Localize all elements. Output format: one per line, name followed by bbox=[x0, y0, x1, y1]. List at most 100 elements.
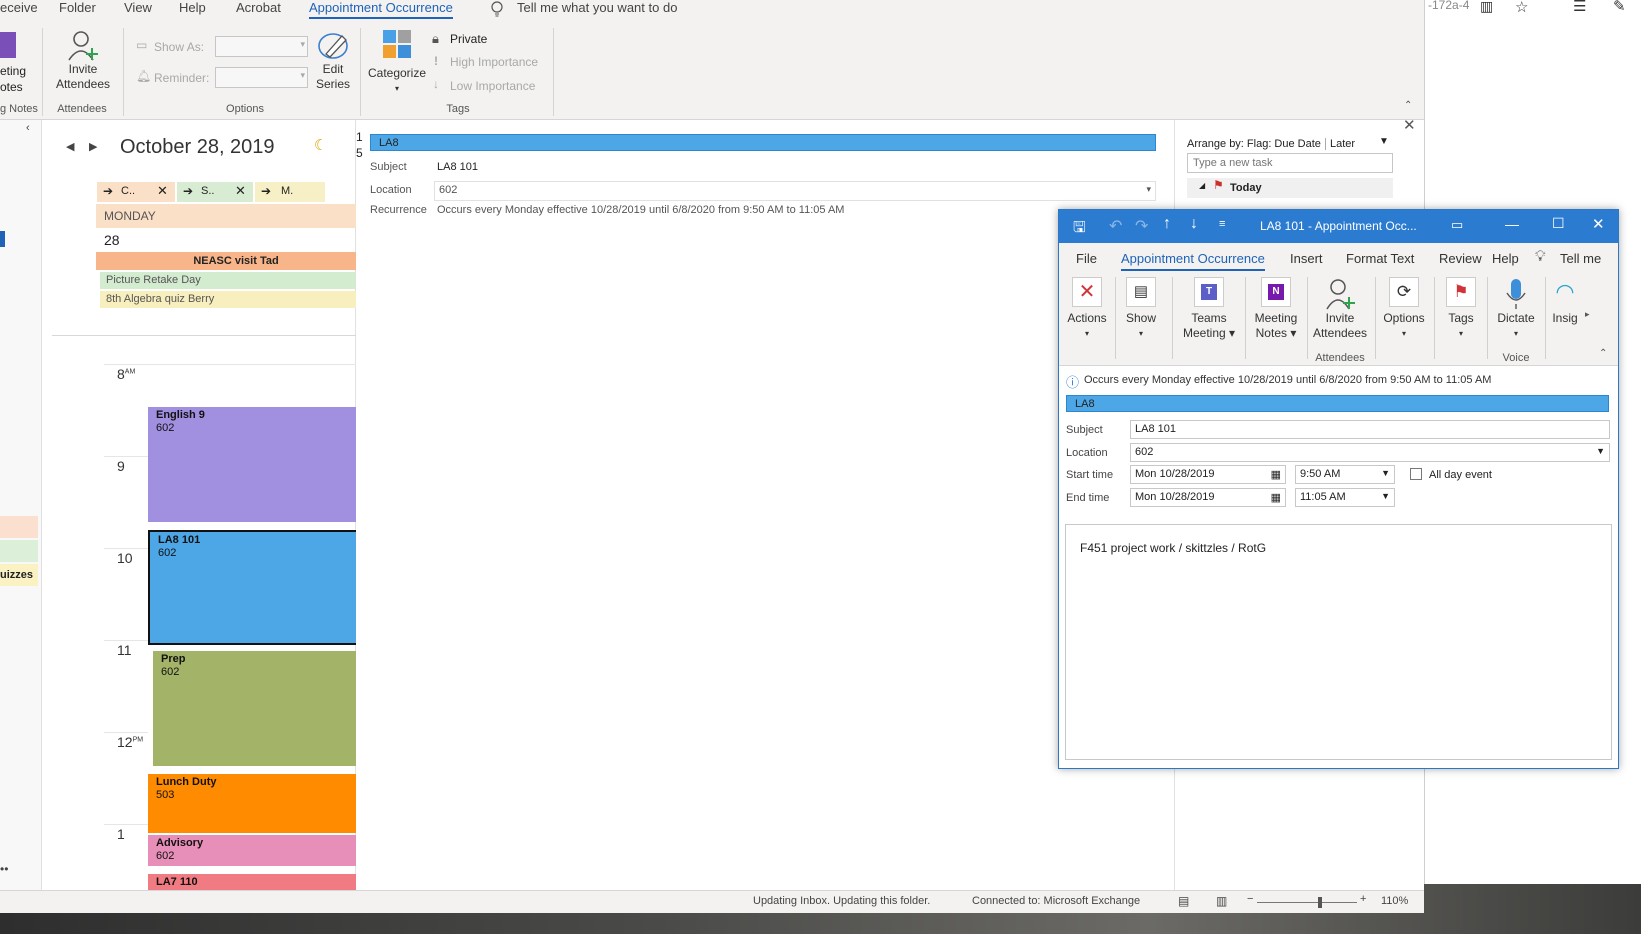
all-day-checkbox[interactable] bbox=[1410, 468, 1422, 480]
show-as-dropdown[interactable]: ▾ bbox=[215, 36, 308, 57]
menu-acrobat[interactable]: Acrobat bbox=[236, 0, 281, 15]
end-date-input[interactable]: Mon 10/28/2019 ▦ bbox=[1130, 488, 1286, 507]
tab-format-text[interactable]: Format Text bbox=[1346, 251, 1414, 266]
meeting-notes-label-1[interactable]: eting bbox=[0, 64, 26, 78]
customize-qat-icon[interactable]: ≡ bbox=[1219, 218, 1225, 230]
zoom-slider[interactable] bbox=[1257, 902, 1357, 903]
more-icon[interactable]: •• bbox=[0, 862, 8, 876]
redo-icon[interactable]: ↷ bbox=[1135, 216, 1148, 236]
pen-icon[interactable]: ✎ bbox=[1613, 0, 1626, 15]
menu-view[interactable]: View bbox=[124, 0, 152, 15]
tab-appointment-occurrence[interactable]: Appointment Occurrence bbox=[309, 0, 453, 19]
today-group-header[interactable]: ◢ ⚑ Today bbox=[1187, 178, 1393, 198]
subject-value[interactable]: LA8 101 bbox=[437, 161, 478, 173]
notes-body[interactable]: F451 project work / skittzles / RotG bbox=[1065, 524, 1612, 760]
location-field[interactable]: 602 ▾ bbox=[434, 181, 1156, 201]
collapse-ribbon-icon[interactable]: ⌃ bbox=[1404, 100, 1412, 111]
meeting-notes-button[interactable]: N Meeting Notes ▾ bbox=[1247, 277, 1305, 341]
zoom-out-button[interactable]: − bbox=[1247, 893, 1253, 905]
nav-category-quizzes[interactable]: uizzes bbox=[0, 564, 38, 586]
prev-day-button[interactable]: ◀ bbox=[66, 140, 74, 153]
zoom-in-button[interactable]: + bbox=[1360, 893, 1366, 905]
reading-view-icon[interactable]: ▥ bbox=[1216, 894, 1227, 908]
chevron-down-icon[interactable]: ▼ bbox=[1379, 136, 1389, 147]
tab-insert[interactable]: Insert bbox=[1290, 251, 1323, 266]
tab-file[interactable]: File bbox=[1076, 251, 1097, 266]
ribbon-scroll-right-icon[interactable]: ▸ bbox=[1585, 309, 1590, 320]
chevron-down-icon[interactable]: ▼ bbox=[1596, 446, 1605, 456]
normal-view-icon[interactable]: ▤ bbox=[1178, 894, 1189, 908]
tab-review[interactable]: Review bbox=[1439, 251, 1482, 266]
menu-folder[interactable]: Folder bbox=[59, 0, 96, 15]
dictate-button[interactable]: Dictate ▾ bbox=[1491, 277, 1541, 341]
all-day-event[interactable]: Picture Retake Day bbox=[100, 272, 368, 289]
maximize-button[interactable]: ☐ bbox=[1552, 215, 1565, 232]
invite-attendees-button[interactable]: Invite Attendees bbox=[50, 28, 116, 92]
undo-icon[interactable]: ↶ bbox=[1109, 216, 1122, 236]
calendar-icon[interactable]: ▦ bbox=[1271, 491, 1281, 504]
low-importance-button[interactable]: Low Importance bbox=[450, 79, 535, 93]
tab-help[interactable]: Help bbox=[1492, 251, 1519, 266]
ribbon-separator bbox=[1172, 277, 1173, 359]
tags-button[interactable]: ⚑ Tags ▾ bbox=[1439, 277, 1483, 341]
next-day-button[interactable]: ▶ bbox=[89, 140, 97, 153]
calendar-tab-2-label: S.. bbox=[201, 185, 215, 197]
menu-send-receive[interactable]: eceive bbox=[0, 0, 38, 15]
menu-help[interactable]: Help bbox=[179, 0, 206, 15]
reader-icon[interactable]: ▥ bbox=[1480, 0, 1493, 15]
appointment-prep[interactable]: Prep602⟳ bbox=[148, 651, 375, 766]
calendar-tab-2[interactable]: ➔ S.. ✕ bbox=[177, 182, 253, 202]
next-item-icon[interactable]: ↓ bbox=[1190, 215, 1198, 233]
teams-meeting-button[interactable]: T Teams Meeting ▾ bbox=[1177, 277, 1241, 341]
invite-attendees-button[interactable]: Invite Attendees bbox=[1309, 277, 1371, 341]
appointment-lunch-duty[interactable]: Lunch Duty503⟳ bbox=[148, 774, 375, 833]
collections-icon[interactable]: ☰ bbox=[1573, 0, 1586, 15]
all-day-event[interactable]: 8th Algebra quiz Berry bbox=[100, 291, 368, 308]
appointment-english-9[interactable]: English 9602⟲ bbox=[148, 407, 375, 522]
star-icon[interactable]: ☆ bbox=[1515, 0, 1528, 16]
end-time-dropdown[interactable]: 11:05 AM ▼ bbox=[1295, 488, 1395, 507]
calendar-icon[interactable]: ▦ bbox=[1271, 468, 1281, 481]
start-date-input[interactable]: Mon 10/28/2019 ▦ bbox=[1130, 465, 1286, 484]
actions-button[interactable]: ✕ Actions ▾ bbox=[1065, 277, 1109, 341]
location-input[interactable]: 602 ▼ bbox=[1130, 443, 1610, 462]
private-button[interactable]: Private bbox=[450, 32, 487, 46]
collapse-ribbon-icon[interactable]: ⌃ bbox=[1599, 348, 1607, 359]
ribbon-display-icon[interactable]: ▭ bbox=[1451, 217, 1463, 233]
tell-me-search[interactable]: Tell me what you want to do bbox=[517, 0, 677, 15]
appointment-la8-101[interactable]: LA8 101602⟲ bbox=[148, 530, 375, 645]
show-button[interactable]: ▤ Show ▾ bbox=[1119, 277, 1163, 341]
close-icon[interactable]: ✕ bbox=[235, 183, 246, 199]
close-window-button[interactable]: ✕ bbox=[1592, 215, 1605, 233]
collapse-pane-icon[interactable]: ‹ bbox=[26, 122, 30, 134]
calendar-tab-3[interactable]: ➔ M. bbox=[255, 182, 325, 202]
appointment-title: LA8 101 bbox=[158, 534, 201, 546]
zoom-slider-thumb[interactable] bbox=[1318, 897, 1322, 908]
edit-series-button[interactable]: Edit Series bbox=[312, 28, 354, 92]
subject-input[interactable]: LA8 101 bbox=[1130, 420, 1610, 439]
categorize-button[interactable]: Categorize ▾ bbox=[366, 28, 428, 96]
arrange-later-option[interactable]: Later bbox=[1325, 138, 1355, 150]
tags-label: Tags bbox=[1448, 311, 1474, 325]
category-bar: LA8 bbox=[370, 134, 1156, 151]
meeting-notes-label-2[interactable]: otes bbox=[0, 80, 23, 94]
previous-item-icon[interactable]: ↑ bbox=[1163, 215, 1171, 233]
options-button[interactable]: ⟳ Options ▾ bbox=[1379, 277, 1429, 341]
minimize-button[interactable]: — bbox=[1505, 216, 1519, 232]
save-icon[interactable]: 🖫 bbox=[1073, 217, 1086, 242]
all-day-event[interactable]: NEASC visit Tad bbox=[96, 252, 376, 270]
close-icon[interactable]: ✕ bbox=[157, 183, 168, 199]
high-importance-button[interactable]: High Importance bbox=[450, 55, 538, 69]
options-label: Options bbox=[1383, 311, 1425, 325]
tab-appointment-occurrence[interactable]: Appointment Occurrence bbox=[1121, 251, 1265, 271]
window-ribbon: ✕ Actions ▾ ▤ Show ▾ T Teams Meeting ▾ N… bbox=[1059, 273, 1618, 366]
new-task-input[interactable] bbox=[1187, 153, 1393, 173]
close-icon[interactable]: ✕ bbox=[1403, 116, 1416, 134]
reminder-dropdown[interactable]: ▾ bbox=[215, 67, 308, 88]
voice-group-label: Voice bbox=[1502, 352, 1530, 364]
insights-button[interactable]: ◠ Insig bbox=[1549, 277, 1581, 326]
appointment-advisory[interactable]: Advisory602⟳ bbox=[148, 835, 375, 866]
tell-me-search[interactable]: Tell me bbox=[1560, 251, 1601, 266]
start-time-dropdown[interactable]: 9:50 AM ▼ bbox=[1295, 465, 1395, 484]
calendar-tab-1[interactable]: ➔ C.. ✕ bbox=[97, 182, 175, 202]
